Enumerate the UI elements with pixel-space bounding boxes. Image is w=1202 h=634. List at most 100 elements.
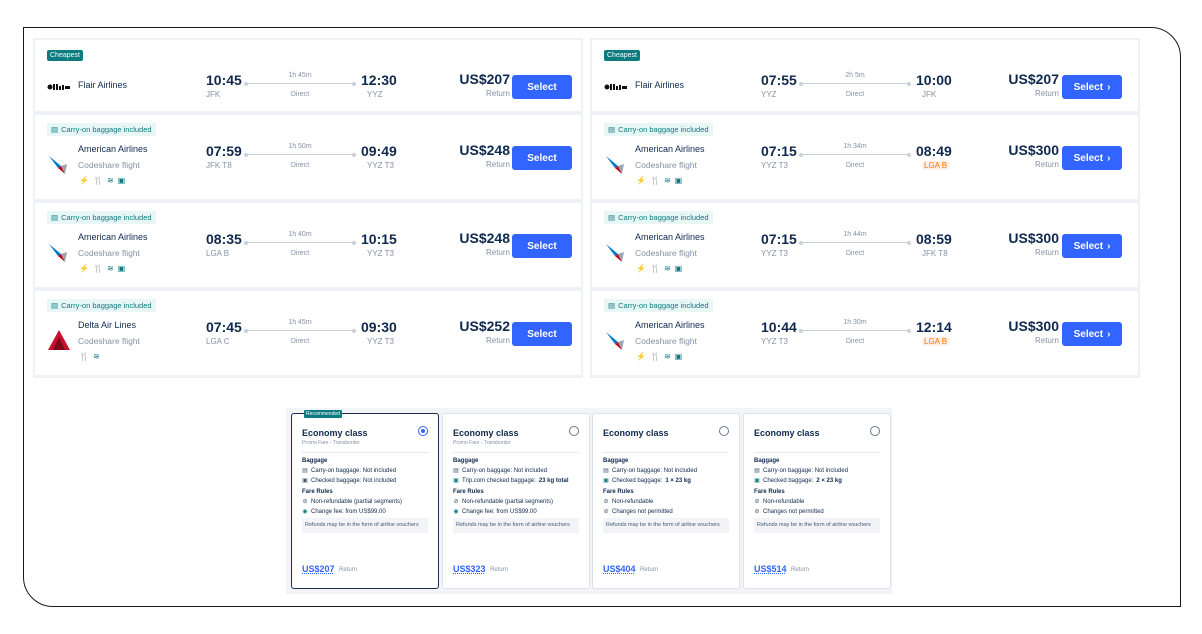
fare-radio[interactable]: [569, 426, 579, 436]
flight-card[interactable]: ▤ Carry-on baggage included American Airli…: [35, 203, 581, 287]
departure-time: 07:45: [206, 319, 242, 335]
departure-airport: LGA C: [206, 337, 230, 346]
fare-price[interactable]: US$323: [453, 564, 486, 574]
arrival-airport: YYZ T3: [367, 161, 394, 170]
amenities: ⚡ 🍴 ≋ ▣: [79, 176, 125, 185]
amenities: ⚡ 🍴 ≋ ▣: [636, 264, 682, 273]
baggage-badge-label: Carry-on baggage included: [618, 125, 709, 134]
codeshare-label: Codeshare flight: [78, 248, 140, 258]
select-button[interactable]: Select ›: [1062, 146, 1122, 170]
fare-price[interactable]: US$207: [302, 564, 335, 574]
luggage-icon: ▤: [51, 125, 59, 134]
select-button[interactable]: Select ›: [1062, 234, 1122, 258]
refund-note: Refunds may be in the form of airline vo…: [603, 518, 729, 533]
route-line: [244, 152, 356, 157]
carry-on-baggage: ▤ Carry-on baggage: Not included: [754, 467, 849, 475]
select-button-label: Select: [527, 240, 557, 252]
select-button[interactable]: Select ›: [1062, 322, 1122, 346]
flight-card[interactable]: Cheapest Flair Airlines 10:45 JFK 1h 45m Dire…: [35, 40, 581, 111]
fare-option-card[interactable]: Economy class.Baggage▤Carry-on baggage: …: [592, 413, 740, 589]
carry-on-baggage: ▤ Carry-on baggage: Not included: [453, 467, 548, 475]
baggage-badge-label: Carry-on baggage included: [618, 213, 709, 222]
fare-rules-heading: Fare Rules: [603, 489, 634, 495]
baggage-badge: ▤ Carry-on baggage included: [47, 299, 156, 312]
power-icon: ⚡: [636, 264, 646, 273]
select-button-label: Select: [527, 328, 557, 340]
codeshare-label: Codeshare flight: [635, 336, 697, 346]
return-flights-column: Cheapest Flair Airlines 07:55 YYZ 2h 5m Direc…: [590, 38, 1140, 378]
power-icon: ⚡: [636, 352, 646, 361]
fare-option-card[interactable]: Economy class Promo Fare - Transborder Bag…: [442, 413, 590, 589]
stops-label: Direct: [845, 91, 865, 98]
arrival-airport: LGA B: [922, 337, 950, 346]
select-button[interactable]: Select: [512, 322, 572, 346]
select-button[interactable]: Select: [512, 234, 572, 258]
baggage-badge: ▤ Carry-on baggage included: [604, 299, 713, 312]
cheapest-badge: Cheapest: [47, 50, 83, 61]
baggage-badge: ▤ Carry-on baggage included: [47, 123, 156, 136]
checked-baggage: ▣ Checked baggage: 2 × 23 kg: [754, 477, 842, 485]
entertainment-icon: ▣: [117, 176, 126, 185]
stops-label: Direct: [290, 91, 310, 98]
meal-icon: 🍴: [649, 352, 660, 361]
flight-duration: 2h 5m: [845, 72, 865, 79]
select-button[interactable]: Select: [512, 75, 572, 99]
refund-rule: ⊘ Non-refundable: [603, 498, 654, 506]
airline-name: American Airlines: [78, 144, 148, 154]
luggage-icon: ▤: [608, 125, 616, 134]
codeshare-label: Codeshare flight: [635, 248, 697, 258]
price: US$300: [1008, 318, 1059, 334]
luggage-icon: ▤: [51, 301, 59, 310]
flight-card[interactable]: ▤ Carry-on baggage included American Airli…: [35, 115, 581, 199]
fare-radio[interactable]: [870, 426, 880, 436]
price: US$248: [459, 142, 510, 158]
entertainment-icon: ▣: [117, 264, 126, 273]
fare-option-card[interactable]: Economy class.Baggage▤Carry-on baggage: …: [743, 413, 891, 589]
flight-card[interactable]: Cheapest Flair Airlines 07:55 YYZ 2h 5m Direc…: [592, 40, 1138, 111]
chevron-right-icon: ›: [1107, 152, 1111, 164]
baggage-heading: Baggage: [603, 458, 629, 464]
departure-time: 10:44: [761, 319, 797, 335]
arrival-airport: JFK: [922, 90, 937, 99]
fare-radio[interactable]: [418, 426, 428, 436]
recommended-badge: Recommended: [304, 410, 342, 418]
wifi-icon: ≋: [663, 264, 671, 273]
airline-logo: [47, 75, 71, 99]
no-entry-icon: ⊘: [302, 499, 308, 505]
flight-card[interactable]: ▤ Carry-on baggage included American Airli…: [592, 291, 1138, 375]
fare-class-title: Economy class: [453, 428, 519, 438]
trip-type: Return: [1034, 336, 1059, 345]
arrival-airport: JFK T8: [922, 249, 948, 258]
flight-duration: 1h 40m: [288, 231, 312, 238]
airline-logo: [604, 75, 628, 99]
amenities: ⚡ 🍴 ≋ ▣: [79, 264, 125, 273]
flight-card[interactable]: ▤ Carry-on baggage included American Airli…: [592, 203, 1138, 287]
wifi-icon: ≋: [106, 264, 114, 273]
trip-type: Return: [485, 336, 510, 345]
airline-name: Flair Airlines: [635, 80, 685, 90]
flight-card[interactable]: ▤ Carry-on baggage included Delta Air Line…: [35, 291, 581, 375]
arrival-time: 09:49: [361, 143, 397, 159]
meal-icon: 🍴: [92, 264, 103, 273]
arrival-airport: LGA B: [922, 161, 950, 170]
bag-icon: ▤: [603, 468, 609, 474]
departure-time: 07:15: [761, 143, 797, 159]
fare-price[interactable]: US$514: [754, 564, 787, 574]
fare-price[interactable]: US$404: [603, 564, 636, 574]
carry-on-baggage: ▤ Carry-on baggage: Not included: [603, 467, 698, 475]
fare-option-card[interactable]: Recommended Economy class Promo Fare - Tra…: [291, 410, 439, 589]
trip-type: Return: [485, 89, 510, 98]
select-button[interactable]: Select ›: [1062, 75, 1122, 99]
arrival-time: 08:59: [916, 231, 952, 247]
select-button[interactable]: Select: [512, 146, 572, 170]
baggage-badge-label: Carry-on baggage included: [61, 125, 152, 134]
wifi-icon: ≋: [92, 352, 100, 361]
fare-radio[interactable]: [719, 426, 729, 436]
entertainment-icon: ▣: [674, 176, 683, 185]
dollar-icon: ◉: [302, 509, 308, 515]
no-entry-icon: ⊘: [603, 499, 609, 505]
flight-card[interactable]: ▤ Carry-on baggage included American Airli…: [592, 115, 1138, 199]
route-line: [244, 240, 356, 245]
airline-logo: [604, 240, 628, 264]
change-rule: ◉ Change fee: from US$99.00: [453, 508, 537, 516]
